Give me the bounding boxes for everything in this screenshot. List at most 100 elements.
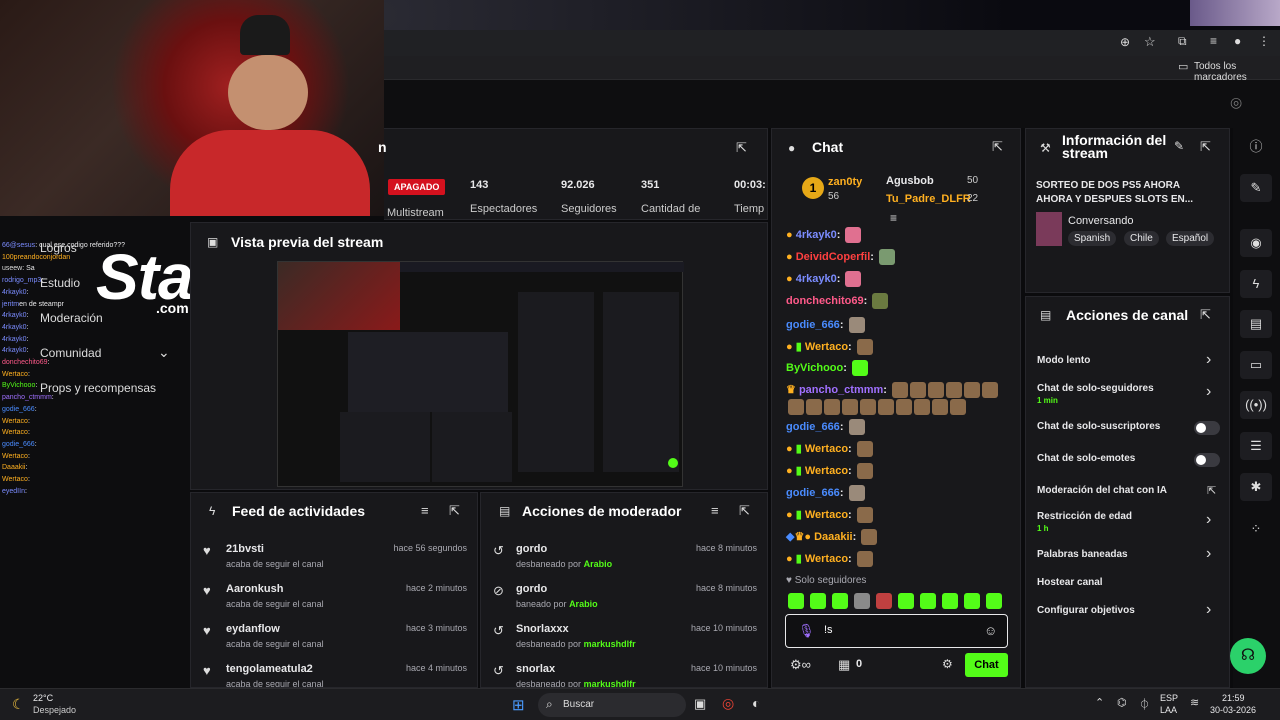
- profile-banner: [1190, 0, 1280, 26]
- slow-mode-row[interactable]: Modo lento ›: [1026, 351, 1229, 375]
- bookmark-star-icon[interactable]: ☆: [1144, 34, 1156, 50]
- top-user[interactable]: Agusbob: [886, 175, 934, 187]
- windows-start-icon[interactable]: ⊞: [512, 696, 525, 714]
- external-link-icon: ⇱: [1207, 485, 1217, 497]
- more-icon[interactable]: ⁘: [1240, 515, 1272, 543]
- status-badge: APAGADO: [388, 179, 446, 195]
- chevron-right-icon: ›: [1206, 601, 1212, 618]
- list-item: Wertaco:: [2, 429, 30, 437]
- search-icon: ⌕: [546, 697, 553, 711]
- chat-message: ● ▮ Wertaco:: [786, 551, 873, 567]
- tag[interactable]: Spanish: [1068, 231, 1117, 246]
- wrench-icon[interactable]: ✱: [1240, 473, 1272, 501]
- goals-row[interactable]: Configurar objetivos ›: [1026, 601, 1229, 625]
- chevron-up-icon[interactable]: ⌃: [1095, 696, 1104, 709]
- list-item: Wertaco:: [2, 370, 30, 378]
- lang-code[interactable]: ESP: [1160, 693, 1178, 703]
- edit-icon[interactable]: ✎: [1174, 139, 1184, 153]
- zoom-icon[interactable]: ⊕: [1120, 35, 1130, 49]
- gear-icon[interactable]: ⚙: [942, 657, 953, 671]
- support-button[interactable]: ☊: [1230, 638, 1266, 674]
- ai-moderation-row[interactable]: Moderación del chat con IA ⇱: [1026, 485, 1229, 505]
- preview-webcam: [278, 262, 400, 330]
- broadcast-icon[interactable]: ((•)): [1240, 391, 1272, 419]
- popout-icon[interactable]: ⇱: [1200, 139, 1211, 155]
- preview-chat: [518, 292, 594, 472]
- activity-panel: ϟ Feed de actividades ≡ ⇱ ♥ 21bvsti acab…: [190, 492, 478, 688]
- followers-only-row[interactable]: Chat de solo-seguidores 1 min ›: [1026, 383, 1229, 409]
- tag[interactable]: Español: [1166, 231, 1215, 246]
- popout-icon[interactable]: ⇱: [736, 140, 747, 156]
- reading-list-icon[interactable]: ≡: [1210, 34, 1217, 48]
- banned-words-row[interactable]: Palabras baneadas ›: [1026, 545, 1229, 569]
- pencil-icon[interactable]: ✎: [1240, 174, 1272, 202]
- clock-time[interactable]: 21:59: [1222, 693, 1245, 703]
- collapse-icon[interactable]: ≡: [890, 211, 897, 225]
- host-channel-row[interactable]: Hostear canal: [1026, 577, 1229, 597]
- list-item: godie_666:: [2, 440, 37, 448]
- emote-row: [786, 399, 966, 415]
- settings-icon[interactable]: ⚙∞: [790, 657, 811, 673]
- address-bar[interactable]: ⊕ ☆ ⧉ ≡ ● ⋮: [384, 30, 1280, 56]
- tag[interactable]: Chile: [1124, 231, 1159, 246]
- chat-bubble-icon[interactable]: ▭: [1240, 351, 1272, 379]
- microphone-icon[interactable]: 🎙: [798, 623, 815, 639]
- store-icon[interactable]: ▦: [838, 657, 850, 673]
- emoji-icon[interactable]: ☺: [984, 623, 997, 638]
- emote-only-toggle[interactable]: [1194, 453, 1220, 467]
- profile-icon[interactable]: ●: [1234, 34, 1241, 48]
- chat-input-value[interactable]: !s: [824, 624, 833, 636]
- emote-only-row: Chat de solo-emotes: [1026, 453, 1229, 473]
- preview-panel: ▣ Vista previa del stream: [190, 222, 768, 490]
- network-icon[interactable]: ⌬: [1117, 696, 1127, 709]
- menu-kebab-icon[interactable]: ⋮: [1258, 34, 1270, 48]
- spectators-label: Espectadores: [470, 203, 538, 215]
- stats-title-fragment: n: [378, 139, 387, 155]
- popout-icon[interactable]: ⇱: [739, 503, 750, 519]
- top-user[interactable]: Tu_Padre_DLFR: [886, 193, 971, 205]
- moon-icon: ☾: [12, 696, 25, 712]
- info-icon[interactable]: ⓘ: [1240, 133, 1272, 161]
- extensions-icon[interactable]: ⧉: [1178, 34, 1187, 49]
- popout-icon[interactable]: ⇱: [992, 139, 1003, 155]
- mic-icon[interactable]: ⏀: [1139, 696, 1150, 712]
- log-icon: ▤: [499, 504, 511, 518]
- chrome-icon[interactable]: ◎: [722, 695, 734, 712]
- camera-icon[interactable]: ◉: [1240, 229, 1272, 257]
- task-view-icon[interactable]: ▣: [694, 696, 706, 712]
- wifi-icon[interactable]: ≋: [1190, 696, 1199, 709]
- age-restriction-row[interactable]: Restricción de edad 1 h ›: [1026, 511, 1229, 537]
- user-avatar-icon[interactable]: ◎: [1230, 94, 1242, 111]
- emote-bar[interactable]: [786, 592, 1008, 609]
- document-icon[interactable]: ▤: [1240, 310, 1272, 338]
- app-icon[interactable]: ◐: [752, 695, 760, 711]
- weather-desc[interactable]: Despejado: [33, 705, 76, 715]
- bolt-icon: ϟ: [209, 504, 216, 518]
- chat-input[interactable]: 🎙 !s ☺: [785, 614, 1008, 648]
- stream-preview-video[interactable]: [277, 261, 684, 487]
- chat-mode-label: ♥ Solo seguidores: [786, 575, 867, 586]
- popout-icon[interactable]: ⇱: [1200, 307, 1211, 323]
- list-icon[interactable]: ☰: [1240, 432, 1272, 460]
- bookmarks-bar: ▭ Todos los marcadores: [384, 56, 1280, 83]
- taskbar-search[interactable]: ⌕ Buscar: [538, 693, 686, 717]
- popout-icon[interactable]: ⇱: [449, 503, 460, 519]
- bolt-icon[interactable]: ϟ: [1240, 270, 1272, 298]
- channel-icon: ▤: [1040, 308, 1052, 322]
- chat-message: godie_666:: [786, 419, 865, 435]
- subs-only-toggle[interactable]: [1194, 421, 1220, 435]
- chat-message: ● ▮ Wertaco:: [786, 463, 873, 479]
- shirt-shape: [170, 130, 370, 216]
- send-chat-button[interactable]: Chat: [965, 653, 1008, 677]
- list-item: ByVichooo:: [2, 382, 38, 390]
- top-user[interactable]: zan0ty: [828, 176, 862, 188]
- list-item: Daaakii:: [2, 464, 28, 472]
- category-name[interactable]: Conversando: [1068, 215, 1133, 227]
- clock-date: 30-03-2026: [1210, 705, 1257, 715]
- chevron-right-icon: ›: [1206, 511, 1212, 528]
- top-amount: 56: [828, 191, 840, 202]
- filter-icon[interactable]: ≡: [421, 503, 429, 518]
- list-item: ↺ Snorlaxxx desbaneado por markushdlfr h…: [493, 623, 757, 649]
- preview-side: [603, 292, 679, 472]
- filter-icon[interactable]: ≡: [711, 503, 719, 518]
